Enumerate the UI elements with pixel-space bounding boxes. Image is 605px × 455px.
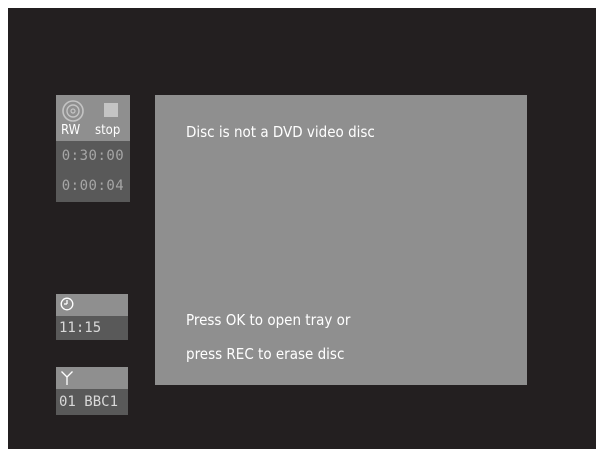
playback-state-label: stop bbox=[95, 123, 121, 138]
dialog-message: Disc is not a DVD video disc bbox=[186, 123, 375, 141]
dialog-instruction-line-1: Press OK to open tray or bbox=[186, 311, 351, 329]
clock-panel: 11:15 bbox=[56, 294, 128, 340]
antenna-icon bbox=[61, 371, 73, 385]
message-dialog: Disc is not a DVD video disc Press OK to… bbox=[155, 95, 527, 385]
channel-name: 01 BBC1 bbox=[56, 389, 128, 415]
dialog-instruction-line-2: press REC to erase disc bbox=[186, 345, 345, 363]
disc-status-header: RW stop bbox=[56, 95, 130, 141]
elapsed-time-display: 0:00:04 bbox=[56, 171, 130, 202]
clock-header bbox=[56, 294, 128, 316]
channel-panel: 01 BBC1 bbox=[56, 367, 128, 415]
clock-icon bbox=[60, 297, 74, 311]
disc-status-panel: RW stop 0:30:00 0:00:04 bbox=[56, 95, 130, 202]
channel-header bbox=[56, 367, 128, 389]
disc-icon bbox=[62, 100, 84, 122]
tv-screen: RW stop 0:30:00 0:00:04 11:15 01 BBC1 Di… bbox=[8, 8, 596, 449]
stop-square-icon bbox=[104, 103, 118, 117]
total-time-display: 0:30:00 bbox=[56, 141, 130, 171]
clock-time: 11:15 bbox=[56, 316, 128, 340]
disc-mode-label: RW bbox=[61, 123, 81, 138]
